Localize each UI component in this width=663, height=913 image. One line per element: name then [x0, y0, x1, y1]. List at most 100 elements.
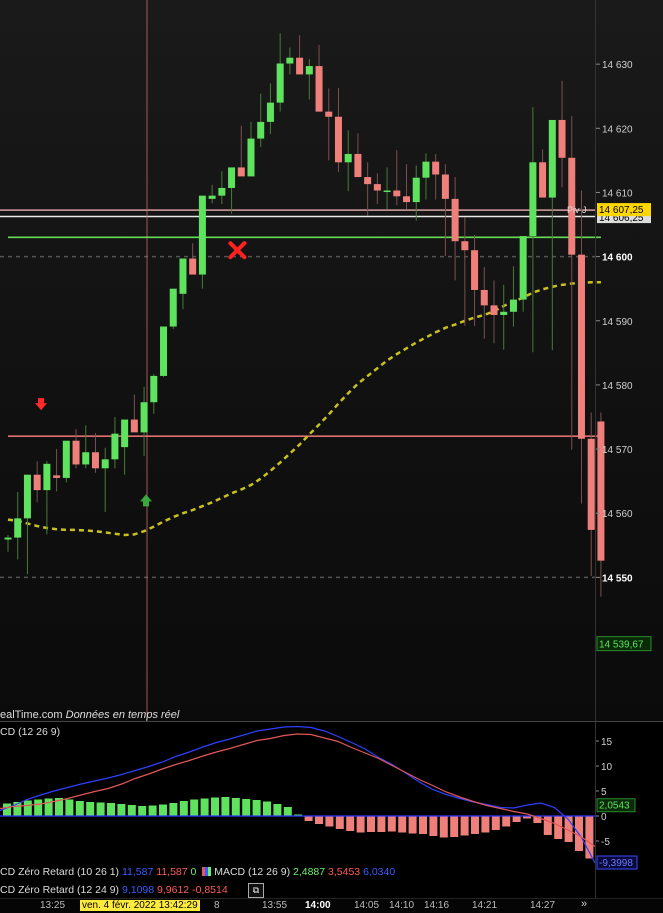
candle-body — [276, 63, 284, 103]
candle-body — [62, 440, 70, 478]
window-icon[interactable]: ⧉ — [248, 883, 264, 898]
macd-panel[interactable]: 15 10 5 0 -5 2,0543 -9,3998 CD (12 26 9) CD Zé… — [0, 722, 663, 898]
candle-body — [471, 250, 479, 290]
macd-histogram-bar — [138, 806, 147, 816]
macd-histogram-bar — [263, 801, 271, 816]
time-tick: 14:27 — [530, 900, 556, 911]
time-tick: 14:00 — [305, 900, 331, 911]
macd-badge-bottom: -9,3998 — [599, 858, 633, 869]
macd-histogram-bar — [481, 816, 490, 833]
source-name: ealTime.com — [0, 709, 63, 721]
candle-body — [461, 241, 469, 251]
candle-body — [597, 421, 605, 561]
candle-body — [82, 452, 90, 465]
time-tick: 14:10 — [389, 900, 415, 911]
macd-line-signal — [0, 733, 596, 847]
macd-histogram-bar — [408, 816, 417, 834]
macd-histogram-bar — [75, 801, 84, 816]
macd-histogram-bar — [471, 816, 479, 834]
time-tick: 14:05 — [354, 900, 380, 911]
candle-body — [577, 254, 585, 439]
candle-body — [305, 66, 313, 75]
candle-body — [160, 326, 168, 376]
macd-tick-label: 15 — [601, 737, 613, 748]
macd-histogram-bar — [419, 816, 427, 834]
exit-cross-icon — [228, 241, 247, 260]
macd-histogram-bar — [491, 816, 500, 830]
indicator-2-value-c: -0,8514 — [192, 884, 228, 896]
candle-body — [451, 198, 459, 242]
sell-arrow-icon — [35, 398, 48, 411]
realtime-label: Données en temps réel — [65, 709, 180, 721]
macd-histogram-bar — [211, 797, 219, 816]
macd-histogram-bar — [377, 816, 386, 832]
candle-body — [344, 153, 352, 163]
candle-body — [325, 111, 333, 117]
macd-legend-icon — [202, 867, 212, 876]
macd-histogram-bar — [335, 816, 344, 829]
price-tick-label: 14 570 — [602, 445, 633, 456]
macd-histogram-bar — [34, 799, 43, 816]
macd-histogram-bar — [315, 816, 323, 824]
candle-body — [121, 419, 129, 448]
macd-line-macd — [0, 725, 596, 864]
time-tick: 13:25 — [40, 900, 66, 911]
indicator-name-1: CD Zéro Retard (10 26 1) — [0, 866, 120, 878]
time-tick: 13:55 — [262, 900, 288, 911]
candle-body — [364, 177, 372, 185]
macd-histogram-bar — [460, 816, 469, 836]
macd-histogram-bar — [304, 816, 313, 821]
candle-body — [130, 419, 138, 433]
macd-histogram-bar — [325, 816, 334, 827]
candle-body — [441, 174, 449, 199]
macd-name: MACD (12 26 9) — [214, 866, 291, 878]
macd-histogram-bar — [273, 804, 282, 816]
macd-badge-top: 2,0543 — [599, 801, 630, 812]
time-tick: 14:21 — [472, 900, 498, 911]
macd-histogram-bar — [117, 804, 126, 816]
candle-body — [490, 305, 498, 315]
indicator-legend-1: CD Zéro Retard (10 26 1) 11,587 11,587 0… — [0, 866, 395, 878]
macd-histogram-bar — [252, 800, 261, 816]
macd-histogram-bar — [3, 803, 11, 816]
candle-body — [509, 299, 517, 312]
candle-body — [432, 161, 440, 175]
macd-histogram-bar — [367, 816, 375, 832]
candle-body — [548, 119, 556, 198]
price-chart-panel[interactable]: 14 630 14 620 14 610 14 600 14 590 14 580 14 5… — [0, 0, 663, 722]
macd-tick-label: 5 — [601, 787, 607, 798]
macd-histogram-bar — [190, 799, 199, 816]
macd-histogram-bar — [179, 801, 188, 816]
time-axis[interactable]: 13:25 ven. 4 févr. 2022 13:42:29 8 13:55… — [0, 898, 663, 913]
macd-tick-label: 0 — [601, 812, 607, 823]
candle-body — [539, 162, 547, 198]
macd-histogram-bar — [356, 816, 365, 833]
time-cursor-label: ven. 4 févr. 2022 13:42:29 — [80, 900, 200, 911]
candle-body — [422, 161, 430, 178]
macd-histogram-bar — [554, 816, 563, 839]
candle-body — [286, 57, 294, 64]
macd-histogram-bar — [543, 816, 552, 835]
macd-histogram-bar — [96, 802, 105, 816]
candle-body — [315, 66, 323, 112]
price-tick-label: 14 630 — [602, 60, 633, 71]
macd-histogram-bar — [159, 804, 167, 816]
time-tick: 14:16 — [424, 900, 450, 911]
candle-body — [257, 121, 265, 139]
macd-histogram-bar — [398, 816, 407, 833]
macd-histogram-bar — [283, 807, 292, 816]
indicator-2-value-a: 9,1098 — [121, 884, 155, 896]
price-chart[interactable]: 14 630 14 620 14 610 14 600 14 590 14 580 14 5… — [0, 0, 663, 722]
pivot-label: Piv J — [567, 205, 587, 215]
overlay-moving-average — [7, 281, 601, 537]
double-chevron-right-icon[interactable]: » — [575, 898, 593, 912]
macd-histogram-bar — [127, 805, 136, 816]
macd-histogram-bar — [346, 816, 355, 831]
candle-body — [403, 196, 411, 203]
indicator-1-value-c: 0 — [190, 866, 197, 878]
panel-separator[interactable] — [0, 721, 663, 722]
macd-histogram-bar — [86, 802, 95, 816]
indicator-name-2: CD Zéro Retard (12 24 9) — [0, 884, 120, 896]
price-tick-label: 14 550 — [602, 573, 633, 584]
candle-body — [111, 433, 119, 460]
